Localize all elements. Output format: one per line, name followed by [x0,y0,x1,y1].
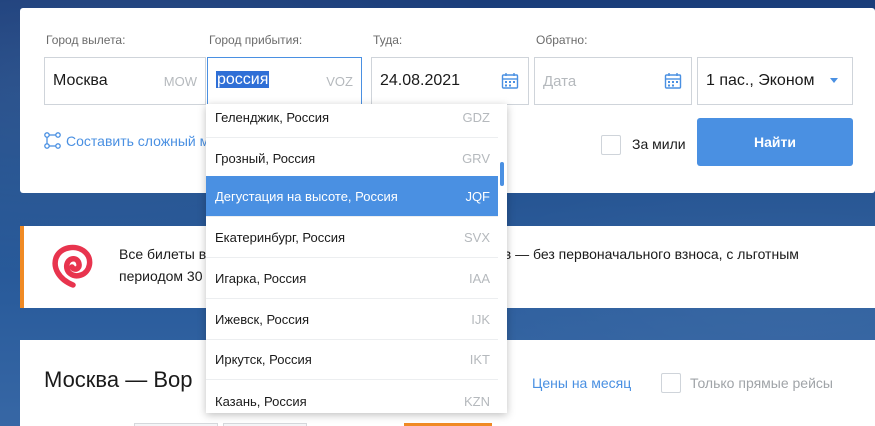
suggestion-item[interactable]: Геленджик, Россия GDZ [206,104,498,138]
suggestion-item[interactable]: Казань, Россия KZN [206,381,498,413]
suggestion-item[interactable]: Екатеринбург, Россия SVX [206,217,498,258]
promo-line1-head: Все билеты в [119,246,207,262]
from-label: Город вылета: [46,33,126,47]
return-date-placeholder: Дата [543,73,577,90]
to-city-field[interactable]: россия VOZ [207,57,362,105]
direct-flights-checkbox[interactable] [661,373,681,393]
month-prices-link[interactable]: Цены на месяц [532,375,631,391]
direct-flights-label: Только прямые рейсы [690,375,833,391]
return-date-field[interactable]: Дата [534,57,692,105]
complex-route-link[interactable]: Составить сложный м [44,132,209,149]
suggestion-item-highlighted[interactable]: Дегустация на высоте, Россия JQF [206,176,498,217]
depart-date-field[interactable]: 24.08.2021 [371,57,529,105]
depart-label: Туда: [373,33,403,47]
suggestion-item[interactable]: Игарка, Россия IAA [206,258,498,299]
to-city-value: россия [216,71,270,88]
miles-checkbox[interactable] [601,135,621,155]
route-icon [44,132,61,149]
depart-date-value: 24.08.2021 [380,72,461,89]
brand-logo-icon [52,244,93,288]
passengers-value: 1 пас., Эконом [706,72,815,89]
promo-line2: периодом 30 [119,268,203,284]
dropdown-scrollbar[interactable] [500,162,504,186]
miles-label: За мили [632,136,686,152]
from-city-field[interactable]: Москва MOW [44,57,206,105]
suggestion-item[interactable]: Ижевск, Россия IJK [206,299,498,340]
promo-line1-tail: цев — без первоначального взноса, с льго… [488,246,799,262]
find-button[interactable]: Найти [697,118,853,166]
from-city-value: Москва [53,72,108,89]
calendar-icon[interactable] [501,72,519,90]
to-city-code: VOZ [326,74,353,89]
suggestion-item[interactable]: Грозный, Россия GRV [206,138,498,179]
route-title: Москва — Вор [44,367,193,392]
to-label: Город прибытия: [209,33,303,47]
calendar-icon[interactable] [664,72,682,90]
from-city-code: MOW [163,74,197,89]
passengers-select[interactable]: 1 пас., Эконом [697,57,853,105]
chevron-down-icon [830,78,838,83]
city-suggestions-dropdown: Геленджик, Россия GDZ Грозный, Россия GR… [206,104,507,413]
return-label: Обратно: [536,33,588,47]
complex-route-label: Составить сложный м [66,132,210,149]
suggestion-item[interactable]: Иркутск, Россия IKT [206,339,498,380]
